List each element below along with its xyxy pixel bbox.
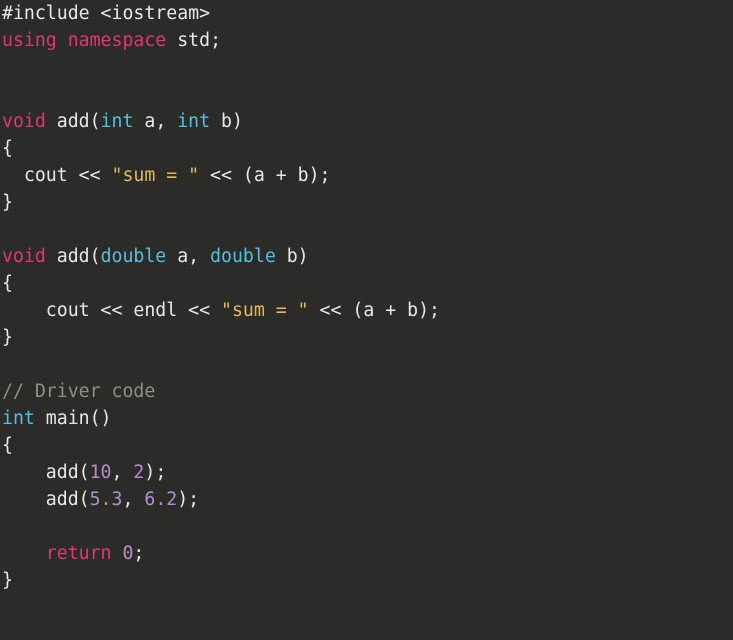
code-line: {: [2, 138, 13, 159]
code-token: }: [2, 327, 13, 348]
code-token: [57, 30, 68, 51]
code-line: }: [2, 570, 13, 591]
code-token: ,: [112, 462, 134, 483]
code-token: add(: [46, 246, 101, 267]
code-line: // Driver code: [2, 381, 155, 402]
code-block: #include <iostream> using namespace std;…: [0, 0, 733, 594]
code-token: 5.3: [90, 489, 123, 510]
code-token: );: [177, 489, 199, 510]
code-token: main(): [35, 408, 112, 429]
code-token: int: [2, 408, 35, 429]
code-line: }: [2, 327, 13, 348]
code-token: int: [101, 111, 134, 132]
code-token: [2, 543, 46, 564]
code-token: 6.2: [144, 489, 177, 510]
code-line: cout << endl << "sum = " << (a + b);: [2, 300, 440, 321]
code-token: namespace: [68, 30, 167, 51]
code-line: #include <iostream>: [2, 3, 210, 24]
code-line: {: [2, 435, 13, 456]
code-token: {: [2, 138, 13, 159]
code-line: add(5.3, 6.2);: [2, 489, 199, 510]
code-token: add(: [2, 462, 90, 483]
code-token: b): [210, 111, 243, 132]
code-token: add(: [46, 111, 101, 132]
code-token: add(: [2, 489, 90, 510]
code-token: std;: [166, 30, 221, 51]
code-token: cout <<: [2, 165, 112, 186]
code-token: }: [2, 192, 13, 213]
code-token: b): [276, 246, 309, 267]
code-token: {: [2, 273, 13, 294]
code-line: cout << "sum = " << (a + b);: [2, 165, 331, 186]
code-line: void add(double a, double b): [2, 246, 309, 267]
code-token: [112, 543, 123, 564]
code-token: cout << endl <<: [2, 300, 221, 321]
code-line: }: [2, 192, 13, 213]
code-token: 2: [133, 462, 144, 483]
code-token: );: [144, 462, 166, 483]
code-token: #include <iostream>: [2, 3, 210, 24]
code-line: add(10, 2);: [2, 462, 166, 483]
code-line: void add(int a, int b): [2, 111, 243, 132]
code-token: using: [2, 30, 57, 51]
code-token: double: [210, 246, 276, 267]
code-token: ;: [133, 543, 144, 564]
code-token: void: [2, 246, 46, 267]
code-token: void: [2, 111, 46, 132]
code-token: int: [177, 111, 210, 132]
code-token: a,: [166, 246, 210, 267]
code-line: int main(): [2, 408, 112, 429]
code-token: double: [101, 246, 167, 267]
code-token: 10: [90, 462, 112, 483]
code-line: {: [2, 273, 13, 294]
code-token: << (a + b);: [199, 165, 330, 186]
code-token: }: [2, 570, 13, 591]
code-token: "sum = ": [112, 165, 200, 186]
code-token: {: [2, 435, 13, 456]
code-token: << (a + b);: [309, 300, 440, 321]
code-line: return 0;: [2, 543, 144, 564]
code-token: return: [46, 543, 112, 564]
code-token: "sum = ": [221, 300, 309, 321]
code-line: using namespace std;: [2, 30, 221, 51]
code-token: a,: [133, 111, 177, 132]
code-token: // Driver code: [2, 381, 155, 402]
code-token: ,: [122, 489, 144, 510]
code-token: 0: [122, 543, 133, 564]
